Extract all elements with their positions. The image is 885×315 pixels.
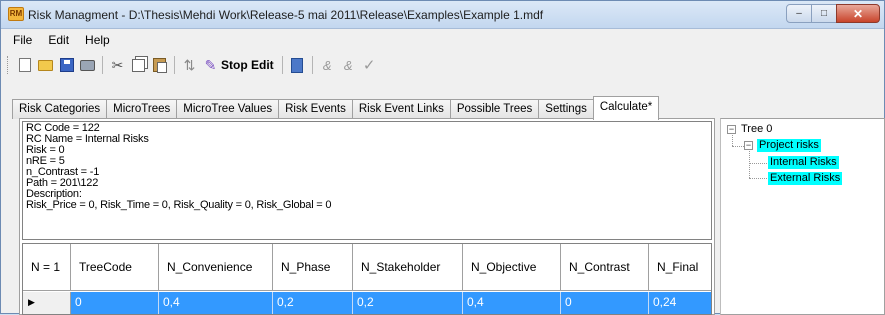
toolbar-grip[interactable] [7, 56, 10, 74]
copy-icon[interactable] [130, 57, 147, 74]
toolbar-separator [102, 56, 103, 74]
column-header[interactable]: N_Objective [463, 244, 561, 291]
tree-line [732, 135, 733, 146]
tree-line [732, 146, 744, 147]
table-cell[interactable]: 0,4 [159, 292, 273, 314]
tab-strip: Risk Categories MicroTrees MicroTree Val… [12, 94, 660, 120]
column-header[interactable]: N_Convenience [159, 244, 273, 291]
close-button[interactable]: ✕ [836, 4, 880, 23]
minimize-button[interactable]: – [786, 4, 812, 23]
tree-line [749, 178, 767, 179]
table-cell[interactable]: 0,24 [649, 292, 711, 314]
grid-header: N = 1 TreeCode N_Convenience N_Phase N_S… [23, 244, 711, 291]
tree-line [749, 163, 767, 164]
wand-icon[interactable]: ✎ [202, 57, 219, 74]
check-icon[interactable]: ✓ [361, 57, 378, 74]
table-cell[interactable]: 0 [561, 292, 649, 314]
row-selector[interactable]: ▶ [23, 292, 71, 314]
disabled-edit2-icon[interactable]: & [340, 57, 357, 74]
tab-risk-events[interactable]: Risk Events [278, 99, 353, 119]
tab-calculate[interactable]: Calculate* [592, 96, 660, 120]
menu-help[interactable]: Help [77, 30, 118, 50]
tree-node-root[interactable]: Tree 0 [741, 123, 772, 136]
column-header[interactable]: N_Stakeholder [353, 244, 463, 291]
collapse-icon[interactable]: − [744, 141, 753, 150]
table-row[interactable]: ▶ 0 0,4 0,2 0,2 0,4 0 0,24 [23, 292, 711, 314]
window-title: Risk Managment - D:\Thesis\Mehdi Work\Re… [28, 8, 544, 22]
window-controls: – □ ✕ [786, 4, 880, 24]
tree-view[interactable]: − Tree 0 − Project risks Internal Risks … [720, 118, 885, 315]
menu-edit[interactable]: Edit [40, 30, 77, 50]
column-header[interactable]: N_Contrast [561, 244, 649, 291]
tab-microtree-values[interactable]: MicroTree Values [176, 99, 280, 119]
info-line: Path = 201\122 [26, 177, 99, 189]
tab-risk-event-links[interactable]: Risk Event Links [351, 99, 451, 119]
calculate-panel: RC Code = 122 RC Name = Internal Risks R… [19, 118, 715, 315]
results-grid: N = 1 TreeCode N_Convenience N_Phase N_S… [22, 243, 712, 315]
column-header[interactable]: N = 1 [23, 244, 71, 291]
tree-node-external-risks[interactable]: External Risks [768, 172, 843, 185]
tree-node-internal-risks[interactable]: Internal Risks [768, 156, 839, 169]
print-icon[interactable] [79, 57, 96, 74]
info-line: nRE = 5 [26, 155, 65, 167]
table-cell[interactable]: 0,2 [353, 292, 463, 314]
collapse-icon[interactable]: − [727, 125, 736, 134]
new-icon[interactable] [16, 57, 33, 74]
paste-icon[interactable] [151, 57, 168, 74]
menu-bar: File Edit Help [1, 30, 884, 50]
table-cell[interactable]: 0 [71, 292, 159, 314]
tab-settings[interactable]: Settings [538, 99, 594, 119]
info-line: n_Contrast = -1 [26, 166, 100, 178]
menu-file[interactable]: File [1, 30, 40, 50]
main-window: RM Risk Managment - D:\Thesis\Mehdi Work… [0, 0, 885, 315]
toolbar-separator [311, 56, 313, 74]
save-icon[interactable] [58, 57, 75, 74]
table-cell[interactable]: 0,4 [463, 292, 561, 314]
tree-node-project-risks[interactable]: Project risks [757, 139, 821, 152]
info-textbox[interactable]: RC Code = 122 RC Name = Internal Risks R… [22, 121, 712, 240]
open-icon[interactable] [37, 57, 54, 74]
info-line: Risk = 0 [26, 144, 65, 156]
column-header[interactable]: TreeCode [71, 244, 159, 291]
column-header[interactable]: N_Phase [273, 244, 353, 291]
title-bar[interactable]: RM Risk Managment - D:\Thesis\Mehdi Work… [1, 1, 884, 29]
toolbar: ✂ ⇅ ✎ Stop Edit & & ✓ [1, 52, 884, 78]
stop-edit-button[interactable]: Stop Edit [221, 58, 274, 72]
toolbar-separator [174, 56, 175, 74]
tab-possible-trees[interactable]: Possible Trees [449, 99, 540, 119]
app-icon[interactable]: RM [8, 7, 24, 21]
toolbar-separator [281, 56, 283, 74]
table-cell[interactable]: 0,2 [273, 292, 353, 314]
info-line: RC Name = Internal Risks [26, 133, 149, 145]
cut-icon[interactable]: ✂ [109, 57, 126, 74]
column-header[interactable]: N_Final [649, 244, 711, 291]
refresh-icon[interactable]: ⇅ [181, 57, 198, 74]
tab-microtrees[interactable]: MicroTrees [106, 99, 178, 119]
disabled-edit-icon[interactable]: & [319, 57, 336, 74]
info-line: Risk_Price = 0, Risk_Time = 0, Risk_Qual… [26, 199, 332, 211]
tab-risk-categories[interactable]: Risk Categories [12, 99, 108, 119]
maximize-button[interactable]: □ [811, 4, 837, 23]
calculator-icon[interactable] [289, 57, 306, 74]
tree-line [749, 151, 750, 178]
